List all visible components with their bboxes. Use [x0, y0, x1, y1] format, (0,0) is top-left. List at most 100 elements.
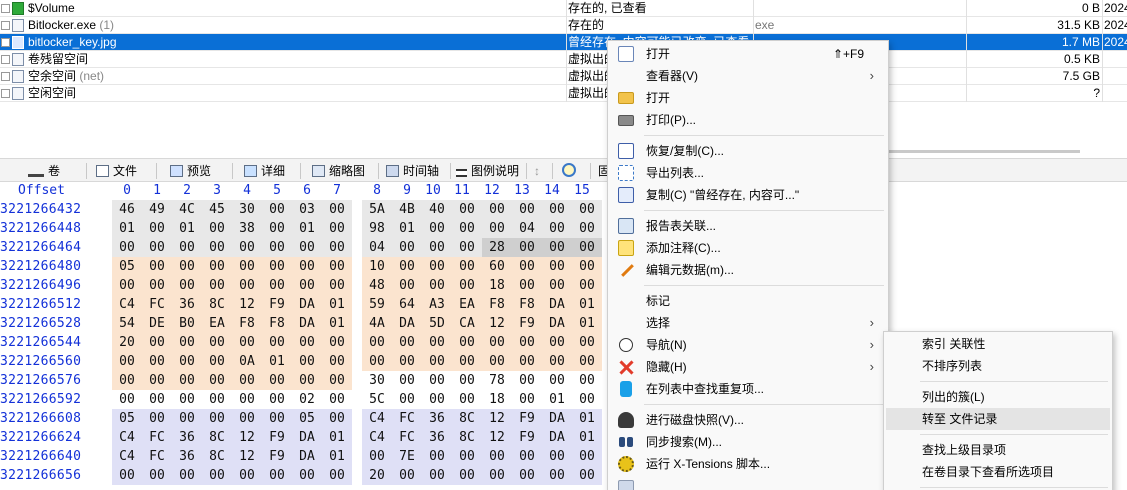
hex-byte[interactable]: 00	[392, 390, 422, 409]
hex-byte[interactable]: 00	[262, 200, 292, 219]
hex-byte[interactable]: 00	[572, 390, 602, 409]
menu-item-open-folder[interactable]: 打开	[610, 87, 886, 109]
hex-byte[interactable]: 36	[172, 447, 202, 466]
hex-byte[interactable]: 00	[512, 200, 542, 219]
hex-byte[interactable]: 00	[482, 447, 512, 466]
hex-byte[interactable]: 5D	[422, 314, 452, 333]
hex-byte[interactable]: 00	[512, 466, 542, 485]
hex-byte[interactable]: 00	[112, 238, 142, 257]
hex-byte[interactable]: 00	[112, 371, 142, 390]
hex-byte[interactable]: 00	[452, 333, 482, 352]
hex-byte[interactable]: 00	[572, 352, 602, 371]
tab-file[interactable]: 文件	[96, 161, 137, 181]
hex-byte[interactable]: 4C	[172, 200, 202, 219]
tab-sort-toggle[interactable]: ↕	[534, 161, 540, 181]
hex-byte[interactable]: 7E	[392, 447, 422, 466]
hex-byte[interactable]: 00	[172, 238, 202, 257]
hex-byte[interactable]: 00	[572, 200, 602, 219]
menu-item-hide[interactable]: 隐藏(H) ›	[610, 356, 886, 378]
hex-byte[interactable]: 00	[202, 352, 232, 371]
hex-byte[interactable]: 00	[392, 257, 422, 276]
menu-item-navigate[interactable]: 导航(N) ›	[610, 334, 886, 356]
hex-byte[interactable]: 00	[572, 219, 602, 238]
hex-byte[interactable]: F8	[512, 295, 542, 314]
hex-byte[interactable]: DA	[542, 409, 572, 428]
hex-byte[interactable]: DA	[542, 295, 572, 314]
hex-byte[interactable]: 00	[112, 390, 142, 409]
tab-volume[interactable]: 卷	[28, 161, 60, 181]
menu-item-viewer[interactable]: 查看器(V) ›	[610, 65, 886, 87]
hex-byte[interactable]: 00	[482, 219, 512, 238]
hex-byte[interactable]: 00	[322, 219, 352, 238]
hex-byte[interactable]: 00	[512, 257, 542, 276]
tab-timeline[interactable]: 时间轴	[386, 161, 439, 181]
tab-thumbnails[interactable]: 缩略图	[312, 161, 365, 181]
hex-byte[interactable]: 40	[422, 200, 452, 219]
hex-byte[interactable]: 00	[392, 238, 422, 257]
hex-byte[interactable]: 00	[202, 390, 232, 409]
hex-byte[interactable]: 00	[262, 390, 292, 409]
hex-byte[interactable]: 00	[202, 257, 232, 276]
hex-byte[interactable]: 00	[422, 371, 452, 390]
menu-item-print[interactable]: 打印(P)...	[610, 109, 886, 131]
hex-byte[interactable]: 00	[422, 238, 452, 257]
hex-byte[interactable]: 00	[422, 352, 452, 371]
hex-byte[interactable]: 00	[542, 333, 572, 352]
hex-byte[interactable]: 12	[232, 447, 262, 466]
menu-item-open[interactable]: 打开 ⇑+F9	[610, 43, 886, 65]
hex-byte[interactable]: 30	[362, 371, 392, 390]
hex-byte[interactable]: 12	[482, 428, 512, 447]
hex-byte[interactable]: 00	[292, 238, 322, 257]
submenu-item-go-to-file-record[interactable]: 转至 文件记录	[886, 408, 1110, 430]
hex-byte[interactable]: 00	[202, 371, 232, 390]
hex-byte[interactable]: 00	[322, 466, 352, 485]
hex-byte[interactable]: 8C	[202, 295, 232, 314]
submenu-item-index-relations[interactable]: 索引 关联性	[886, 333, 1110, 355]
hex-byte[interactable]: 46	[112, 200, 142, 219]
hex-byte[interactable]: 00	[422, 276, 452, 295]
hex-byte[interactable]: F9	[262, 447, 292, 466]
hex-byte[interactable]: F8	[482, 295, 512, 314]
hex-byte[interactable]: 00	[292, 257, 322, 276]
hex-byte[interactable]: 00	[232, 390, 262, 409]
hex-byte[interactable]: 5C	[362, 390, 392, 409]
hex-byte[interactable]: 05	[112, 409, 142, 428]
hex-byte[interactable]: 00	[262, 238, 292, 257]
hex-byte[interactable]: 00	[142, 409, 172, 428]
menu-item-export-list[interactable]: 导出列表...	[610, 162, 886, 184]
hex-byte[interactable]: 00	[142, 352, 172, 371]
hex-byte[interactable]: 00	[322, 200, 352, 219]
hex-byte[interactable]: 00	[172, 333, 202, 352]
hex-byte[interactable]: 00	[202, 219, 232, 238]
hex-byte[interactable]: 38	[232, 219, 262, 238]
hex-byte[interactable]: 00	[542, 257, 572, 276]
hex-byte[interactable]: B0	[172, 314, 202, 333]
hex-byte[interactable]: F9	[262, 428, 292, 447]
hex-byte[interactable]: 00	[542, 466, 572, 485]
hex-byte[interactable]: 00	[172, 257, 202, 276]
hex-byte[interactable]: 00	[172, 352, 202, 371]
tab-search[interactable]	[562, 161, 580, 181]
hex-byte[interactable]: 00	[452, 276, 482, 295]
hex-byte[interactable]: 01	[572, 428, 602, 447]
hex-byte[interactable]: 00	[512, 390, 542, 409]
hex-byte[interactable]: 00	[322, 390, 352, 409]
hex-byte[interactable]: DA	[292, 447, 322, 466]
hex-byte[interactable]: F8	[232, 314, 262, 333]
file-row-volume[interactable]: $Volume 存在的, 已查看 0 B 2024	[0, 0, 1127, 17]
hex-byte[interactable]: 00	[262, 466, 292, 485]
hex-byte[interactable]: 01	[172, 219, 202, 238]
hex-byte[interactable]: 00	[322, 238, 352, 257]
hex-byte[interactable]: 00	[112, 276, 142, 295]
hex-byte[interactable]: 00	[542, 352, 572, 371]
hex-byte[interactable]: 00	[262, 409, 292, 428]
hex-byte[interactable]: 04	[362, 238, 392, 257]
hex-byte[interactable]: DA	[392, 314, 422, 333]
file-row-free-space[interactable]: 空闲空间 虚拟出的 ?	[0, 85, 1127, 102]
hex-byte[interactable]: 00	[542, 200, 572, 219]
hex-byte[interactable]: 00	[202, 333, 232, 352]
hex-byte[interactable]: 00	[142, 238, 172, 257]
hex-byte[interactable]: 00	[322, 333, 352, 352]
hex-byte[interactable]: F9	[512, 428, 542, 447]
menu-item-more[interactable]	[610, 477, 886, 490]
